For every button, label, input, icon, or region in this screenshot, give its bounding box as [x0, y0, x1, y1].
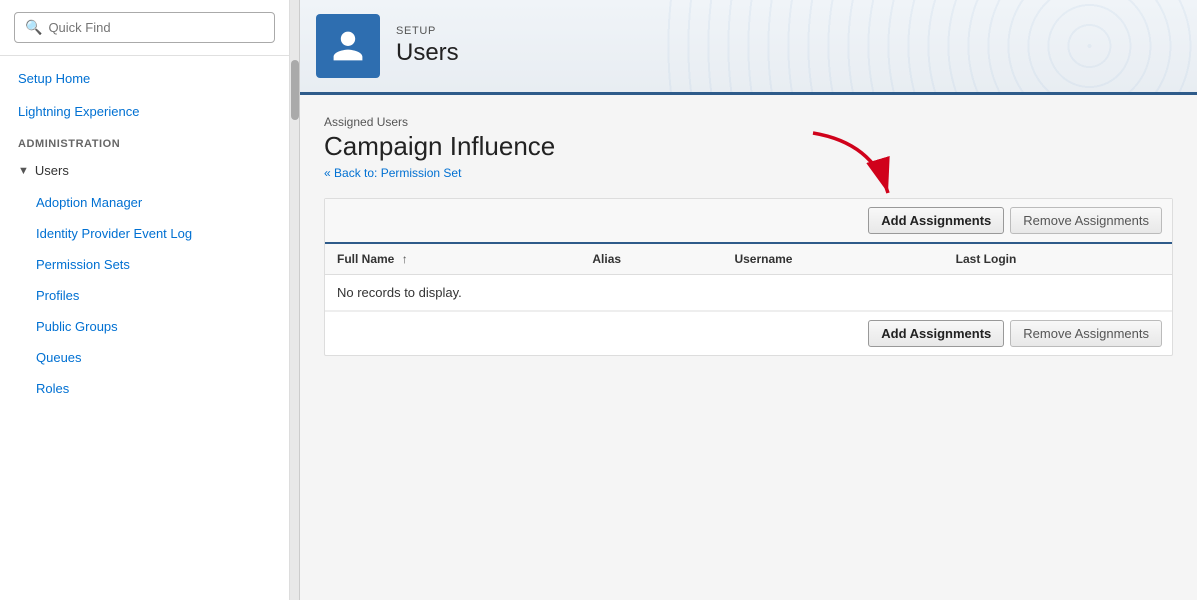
header-text: SETUP Users	[396, 25, 459, 67]
assigned-users-label: Assigned Users	[324, 115, 1173, 129]
sidebar-section-administration: ADMINISTRATION	[0, 128, 289, 154]
user-icon	[330, 28, 366, 64]
sidebar-item-lightning-experience[interactable]: Lightning Experience	[0, 95, 289, 128]
sidebar-item-roles[interactable]: Roles	[0, 373, 289, 404]
col-alias-label: Alias	[592, 252, 621, 266]
main-panel: SETUP Users Assigned Users Campaign Infl…	[300, 0, 1197, 600]
content-wrapper: Add Assignments Remove Assignments Full …	[324, 198, 1173, 356]
col-last-login-label: Last Login	[956, 252, 1017, 266]
col-full-name-label: Full Name	[337, 252, 394, 266]
header-title: Users	[396, 39, 459, 67]
remove-assignments-button-top[interactable]: Remove Assignments	[1010, 207, 1162, 234]
sort-arrow-icon: ↑	[402, 252, 408, 266]
scrollbar-strip[interactable]	[290, 0, 300, 600]
page-header: SETUP Users	[300, 0, 1197, 95]
back-link-prefix: «	[324, 166, 331, 180]
no-records-message: No records to display.	[325, 275, 1172, 311]
sidebar-group-users-label: Users	[35, 163, 69, 178]
assignments-table: Full Name ↑ Alias Username Last Login	[325, 244, 1172, 311]
scrollbar-thumb[interactable]	[291, 60, 299, 120]
sidebar-item-public-groups[interactable]: Public Groups	[0, 311, 289, 342]
col-full-name[interactable]: Full Name ↑	[325, 244, 580, 275]
sidebar-item-permission-sets[interactable]: Permission Sets	[0, 249, 289, 280]
sidebar-item-queues[interactable]: Queues	[0, 342, 289, 373]
header-setup-label: SETUP	[396, 25, 459, 37]
col-alias[interactable]: Alias	[580, 244, 722, 275]
header-bg-pattern	[659, 0, 1197, 92]
table-toolbar-bottom: Add Assignments Remove Assignments	[325, 311, 1172, 355]
table-row-no-records: No records to display.	[325, 275, 1172, 311]
sidebar-search-container: 🔍	[0, 0, 289, 56]
sidebar-group-users[interactable]: ▼ Users	[0, 154, 289, 187]
search-input[interactable]	[48, 20, 264, 35]
sidebar: 🔍 Setup Home Lightning Experience ADMINI…	[0, 0, 290, 600]
sidebar-item-adoption-manager[interactable]: Adoption Manager	[0, 187, 289, 218]
sidebar-item-setup-home[interactable]: Setup Home	[0, 62, 289, 95]
table-header-row: Full Name ↑ Alias Username Last Login	[325, 244, 1172, 275]
search-icon: 🔍	[25, 19, 42, 36]
back-link[interactable]: « Back to: Permission Set	[324, 166, 1173, 180]
col-username[interactable]: Username	[722, 244, 943, 275]
sidebar-item-identity-provider-event-log[interactable]: Identity Provider Event Log	[0, 218, 289, 249]
add-assignments-button-bottom[interactable]: Add Assignments	[868, 320, 1004, 347]
sidebar-nav: Setup Home Lightning Experience ADMINIST…	[0, 56, 289, 600]
col-last-login[interactable]: Last Login	[944, 244, 1172, 275]
sidebar-item-profiles[interactable]: Profiles	[0, 280, 289, 311]
back-link-label[interactable]: Back to: Permission Set	[334, 166, 461, 180]
table-section: Add Assignments Remove Assignments Full …	[324, 198, 1173, 356]
page-title: Campaign Influence	[324, 131, 1173, 162]
table-toolbar-top: Add Assignments Remove Assignments	[325, 199, 1172, 244]
remove-assignments-button-bottom[interactable]: Remove Assignments	[1010, 320, 1162, 347]
col-username-label: Username	[734, 252, 792, 266]
content-area: Assigned Users Campaign Influence « Back…	[300, 95, 1197, 600]
search-box[interactable]: 🔍	[14, 12, 275, 43]
add-assignments-button-top[interactable]: Add Assignments	[868, 207, 1004, 234]
chevron-down-icon: ▼	[18, 165, 29, 177]
header-icon-wrap	[316, 14, 380, 78]
